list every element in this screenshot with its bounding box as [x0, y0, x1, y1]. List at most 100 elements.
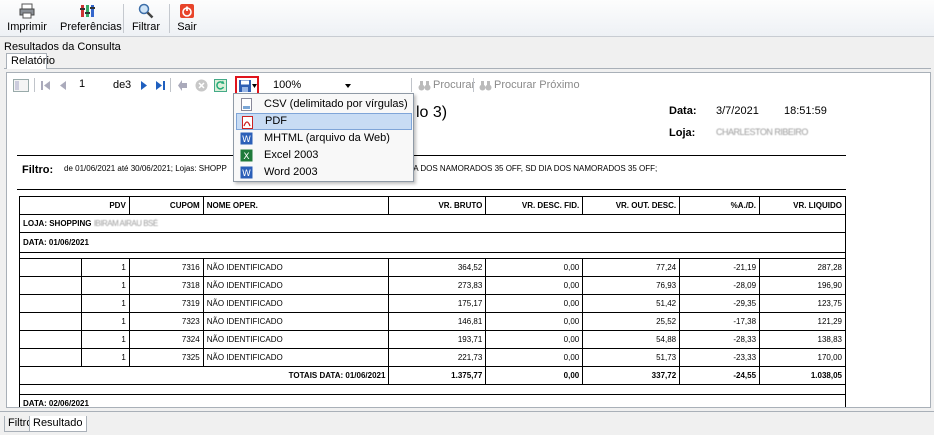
out-cell: 54,88	[582, 330, 681, 349]
page-total: 3	[125, 79, 132, 91]
liq-cell: 170,00	[759, 348, 846, 367]
fid-cell: 0,00	[485, 258, 584, 277]
loja-label: Loja:	[669, 127, 696, 139]
page-of-label: de	[113, 79, 126, 91]
document-map-icon[interactable]	[13, 79, 29, 92]
fid-cell: 0,00	[485, 294, 584, 313]
tab-resultado[interactable]: Resultado	[29, 416, 87, 432]
previous-page-icon[interactable]	[59, 79, 67, 92]
nome-cell: NÃO IDENTIFICADO	[202, 294, 390, 313]
column-header-cupom: CUPOM	[128, 196, 204, 215]
svg-text:W: W	[242, 169, 251, 179]
menu-item-label: MHTML (arquivo da Web)	[264, 132, 390, 144]
preferences-label: Preferências	[60, 21, 122, 33]
print-label: Imprimir	[7, 21, 47, 33]
column-header-desc-fid: VR. DESC. FID.	[485, 196, 584, 215]
section-caption: Resultados da Consulta	[4, 41, 121, 53]
out-cell: 77,24	[582, 258, 681, 277]
svg-text:W: W	[242, 135, 251, 145]
loja-group-row: LOJA: SHOPPING IBIRAM AIRAU BSÉ	[19, 214, 846, 233]
table-row: 1 7323 NÃO IDENTIFICADO 146,81 0,00 25,5…	[19, 312, 846, 331]
loja-group-label: LOJA: SHOPPING	[23, 219, 92, 228]
back-icon[interactable]	[178, 79, 188, 92]
nome-cell: NÃO IDENTIFICADO	[202, 276, 390, 295]
bruto-cell: 221,73	[388, 348, 487, 367]
bottom-tab-bar: Filtro Resultado	[0, 411, 934, 435]
print-button[interactable]: Imprimir	[6, 3, 48, 35]
data-group-row: DATA: 01/06/2021	[19, 232, 846, 253]
binoculars-icon	[418, 81, 431, 91]
indent-cell	[19, 330, 82, 349]
first-page-icon[interactable]	[41, 79, 51, 92]
find-button[interactable]: Procurar	[433, 79, 475, 91]
bruto-cell: 364,52	[388, 258, 487, 277]
menu-item-mhtml[interactable]: W MHTML (arquivo da Web)	[236, 130, 412, 147]
menu-item-word[interactable]: W Word 2003	[236, 164, 412, 181]
ad-cell: -23,33	[679, 348, 761, 367]
indent-cell	[19, 348, 82, 367]
column-header-pdv: PDV	[81, 196, 130, 215]
fid-cell: 0,00	[485, 348, 584, 367]
loja-value: CHARLESTON RIBEIRO	[716, 127, 808, 137]
exit-button[interactable]: Sair	[175, 3, 199, 35]
data-value: 3/7/2021	[716, 105, 759, 117]
column-header-out-desc: VR. OUT. DESC.	[582, 196, 681, 215]
page-number-input[interactable]: 1	[77, 77, 111, 93]
preferences-button[interactable]: Preferências	[60, 3, 122, 35]
menu-item-label: CSV (delimitado por vírgulas)	[264, 98, 408, 110]
table-row: 1 7316 NÃO IDENTIFICADO 364,52 0,00 77,2…	[19, 258, 846, 277]
word-icon: W	[240, 132, 253, 145]
liq-cell: 196,90	[759, 276, 846, 295]
stop-icon[interactable]	[195, 79, 208, 92]
nome-cell: NÃO IDENTIFICADO	[202, 258, 390, 277]
export-menu: CSV (delimitado por vírgulas) PDF W MHTM…	[233, 93, 414, 182]
pdv-cell: 1	[80, 276, 130, 295]
ad-cell: -21,19	[679, 258, 761, 277]
cupom-cell: 7319	[128, 294, 204, 313]
excel-icon: X	[240, 149, 253, 162]
find-next-button[interactable]: Procurar Próximo	[494, 79, 580, 91]
svg-text:X: X	[243, 152, 249, 162]
loja-group-cell: LOJA: SHOPPING IBIRAM AIRAU BSÉ	[19, 214, 846, 233]
table-row: 1 7319 NÃO IDENTIFICADO 175,17 0,00 51,4…	[19, 294, 846, 313]
indent-cell	[19, 258, 82, 277]
results-table: PDV CUPOM NOME OPER. VR. BRUTO VR. DESC.…	[18, 196, 846, 407]
bruto-cell: 193,71	[388, 330, 487, 349]
nome-cell: NÃO IDENTIFICADO	[202, 348, 390, 367]
chevron-down-icon	[252, 84, 257, 88]
toolbar-separator	[170, 78, 171, 92]
bruto-cell: 175,17	[388, 294, 487, 313]
menu-item-excel[interactable]: X Excel 2003	[236, 147, 412, 164]
indent-cell	[19, 312, 82, 331]
preferences-icon	[80, 5, 95, 17]
report-page: lo 3) Data: 3/7/2021 18:51:59 Loja: CHAR…	[17, 98, 930, 407]
filtro-value-a: de 01/06/2021 até 30/06/2021; Lojas: SHO…	[64, 164, 227, 173]
filter-rule	[17, 189, 846, 190]
nome-cell: NÃO IDENTIFICADO	[202, 330, 390, 349]
csv-icon	[241, 98, 252, 111]
menu-item-pdf[interactable]: PDF	[236, 113, 412, 130]
menu-item-csv[interactable]: CSV (delimitado por vírgulas)	[236, 96, 412, 113]
cupom-cell: 7325	[128, 348, 204, 367]
report-title: lo 3)	[416, 104, 448, 121]
data-group-label: DATA: 01/06/2021	[19, 232, 846, 253]
refresh-icon[interactable]	[214, 79, 227, 92]
next-page-icon[interactable]	[140, 79, 148, 92]
tab-relatorio[interactable]: Relatório	[6, 53, 55, 69]
word-icon: W	[240, 166, 253, 179]
zoom-select[interactable]: 100%	[266, 77, 356, 93]
magnifier-icon	[138, 3, 154, 19]
filter-button[interactable]: Filtrar	[130, 3, 162, 35]
main-toolbar: Imprimir Preferências Filtrar Sair	[0, 0, 934, 37]
chevron-down-icon	[345, 84, 351, 88]
pdf-icon	[242, 116, 253, 129]
cupom-cell: 7324	[128, 330, 204, 349]
menu-item-label: PDF	[265, 115, 287, 127]
fid-cell: 0,00	[485, 312, 584, 331]
exit-icon	[180, 4, 194, 18]
totals-liq: 1.038,05	[759, 366, 846, 385]
zoom-value: 100%	[273, 79, 302, 91]
bruto-cell: 146,81	[388, 312, 487, 331]
liq-cell: 287,28	[759, 258, 846, 277]
last-page-icon[interactable]	[155, 79, 165, 92]
